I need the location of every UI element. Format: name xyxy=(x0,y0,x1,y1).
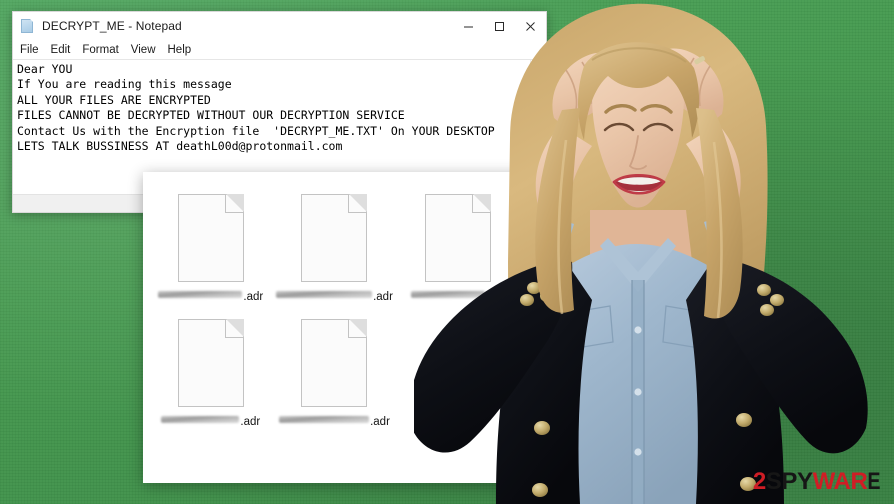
blank-document-icon[interactable] xyxy=(301,194,368,282)
watermark-spy: SPY xyxy=(765,468,813,495)
file-grid: .adr .adr .adr .adr .adr xyxy=(143,186,526,430)
notepad-title: DECRYPT_ME - Notepad xyxy=(42,19,182,33)
watermark-2spyware: 2 SPY WAR E xyxy=(753,470,882,494)
menu-item-format[interactable]: Format xyxy=(82,44,118,56)
window-controls xyxy=(453,12,546,40)
notepad-menubar: File Edit Format View Help xyxy=(13,40,546,59)
file-list-area[interactable]: .adr .adr .adr .adr .adr xyxy=(143,172,526,483)
maximize-button[interactable] xyxy=(484,12,515,40)
file-name-redacted xyxy=(158,291,243,298)
file-explorer-window[interactable]: .adr .adr .adr .adr .adr xyxy=(143,172,526,483)
file-extension: .adr xyxy=(373,291,393,303)
menu-item-edit[interactable]: Edit xyxy=(51,44,71,56)
watermark-war: WAR xyxy=(812,468,868,495)
vertical-scrollbar[interactable] xyxy=(530,60,546,194)
watermark-e: E xyxy=(867,468,881,495)
file-item[interactable]: .adr xyxy=(149,311,273,430)
file-extension: .adr xyxy=(485,291,506,303)
file-extension: .adr xyxy=(370,416,390,428)
file-label: .adr xyxy=(276,291,393,305)
file-extension: .adr xyxy=(240,416,261,428)
watermark-digit-2: 2 xyxy=(752,468,766,495)
close-button[interactable] xyxy=(515,12,546,40)
file-item[interactable]: .adr xyxy=(149,186,273,305)
scroll-up-arrow-icon[interactable] xyxy=(531,60,546,75)
notepad-titlebar[interactable]: DECRYPT_ME - Notepad xyxy=(13,12,546,40)
file-item[interactable]: .adr xyxy=(273,186,397,305)
blank-document-icon[interactable] xyxy=(177,194,244,282)
menu-item-file[interactable]: File xyxy=(20,44,39,56)
file-label: .adr xyxy=(410,291,506,305)
file-label: .adr xyxy=(161,416,260,430)
file-name-redacted xyxy=(276,291,373,298)
file-item[interactable]: .adr xyxy=(273,311,397,430)
menu-item-help[interactable]: Help xyxy=(168,44,192,56)
file-name-redacted xyxy=(279,416,370,423)
blank-document-icon[interactable] xyxy=(177,319,244,407)
notepad-document-icon xyxy=(20,18,35,34)
file-extension: .adr xyxy=(243,291,264,303)
blank-document-icon[interactable] xyxy=(301,319,368,407)
file-label: .adr xyxy=(279,416,390,430)
minimize-button[interactable] xyxy=(453,12,484,40)
menu-item-view[interactable]: View xyxy=(131,44,156,56)
blank-document-icon[interactable] xyxy=(425,194,492,282)
file-item[interactable]: .adr xyxy=(396,186,520,305)
file-name-redacted xyxy=(410,291,485,298)
file-label: .adr xyxy=(158,291,263,305)
file-name-redacted xyxy=(161,416,240,423)
